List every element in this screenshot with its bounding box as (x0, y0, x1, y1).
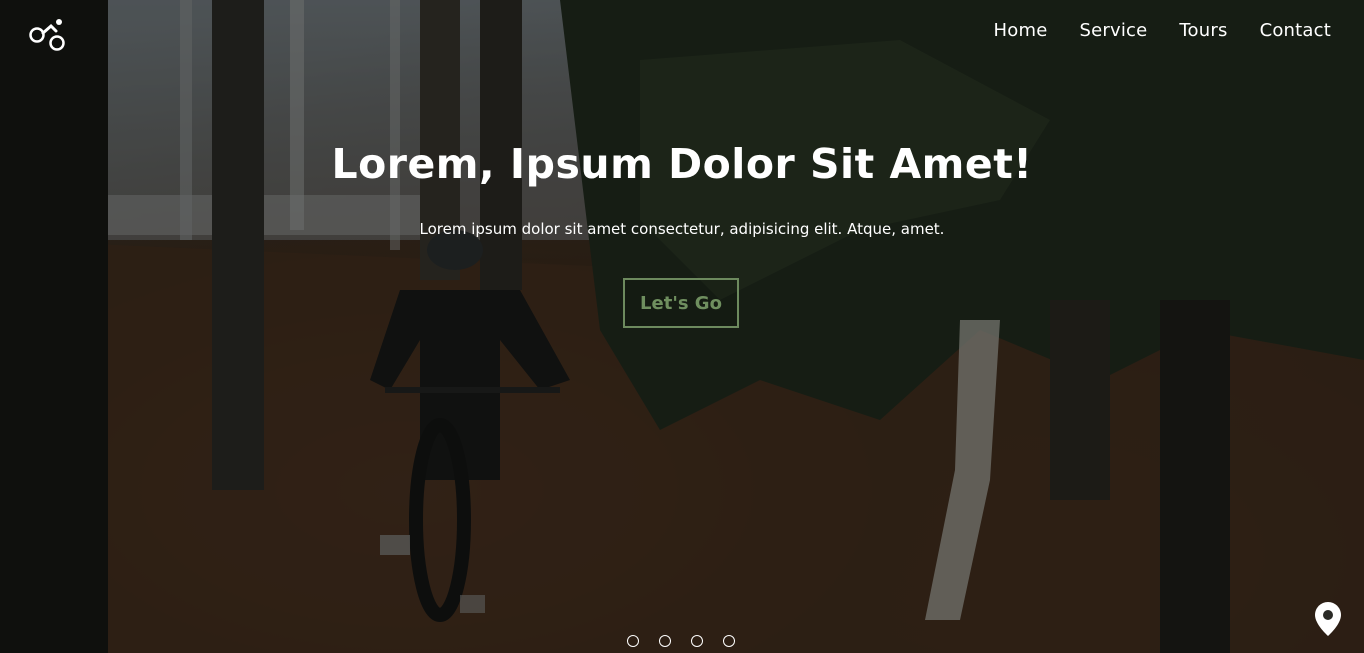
main-nav: Home Service Tours Contact (994, 20, 1331, 41)
nav-item-contact[interactable]: Contact (1260, 20, 1331, 41)
carousel-dot[interactable] (627, 635, 639, 647)
nav-item-tours[interactable]: Tours (1179, 20, 1227, 41)
nav-item-service[interactable]: Service (1079, 20, 1147, 41)
hero-title: Lorem, Ipsum Dolor Sit Amet! (331, 140, 1033, 188)
lets-go-button[interactable]: Let's Go (623, 278, 739, 328)
map-pin-icon[interactable] (1314, 601, 1342, 637)
cyclist-icon[interactable] (28, 18, 68, 52)
hero-subtitle: Lorem ipsum dolor sit amet consectetur, … (419, 220, 945, 238)
carousel-dot[interactable] (659, 635, 671, 647)
carousel-indicators (627, 635, 735, 647)
carousel-dot[interactable] (691, 635, 703, 647)
hero-section: Home Service Tours Contact Lorem, Ipsum … (0, 0, 1364, 653)
carousel-dot[interactable] (723, 635, 735, 647)
nav-item-home[interactable]: Home (994, 20, 1048, 41)
